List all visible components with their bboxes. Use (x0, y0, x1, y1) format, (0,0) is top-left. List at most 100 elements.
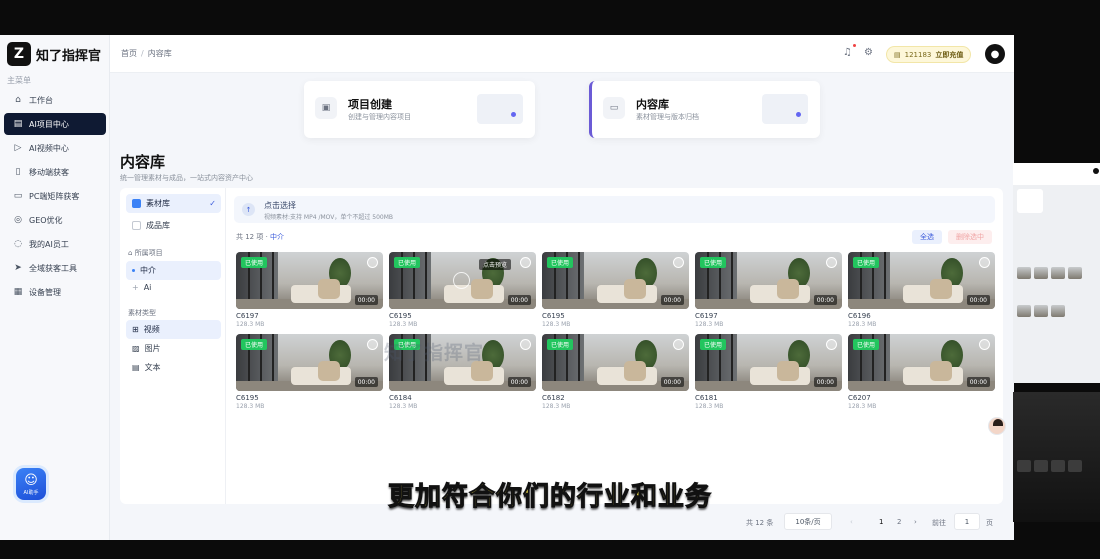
preview-label[interactable]: 点击预览 (479, 259, 512, 270)
tile-size: 128.3 MB (695, 321, 724, 328)
tab-label: 成品库 (146, 221, 170, 230)
recharge-button[interactable]: 立即充值 (935, 50, 963, 60)
background-thumb (1051, 267, 1065, 279)
sidebar-item-8[interactable]: ▦ 设备管理 (4, 281, 106, 303)
sidebar-item-7[interactable]: ➤ 全域获客工具 (4, 257, 106, 279)
tab-material-library[interactable]: 素材库 ✓ (126, 194, 221, 213)
background-thumb (1051, 305, 1065, 317)
tile-size: 128.3 MB (542, 321, 571, 328)
next-page-icon[interactable]: › (914, 518, 917, 526)
topbar: 首页 / 内容库 ♫ ⚙ ▤ 121183 立即充值 ● (110, 35, 1014, 73)
globe-icon: ◎ (14, 215, 22, 225)
video-thumbnail[interactable]: 已使用 00:00 (236, 334, 383, 391)
page-size-select[interactable]: 10条/页 (784, 513, 832, 530)
media-tile[interactable]: 已使用 00:00 C6182 128.3 MB (542, 334, 689, 410)
page-size-value: 10条/页 (795, 517, 821, 526)
sidebar-item-4[interactable]: ▭ PC端矩阵获客 (4, 185, 106, 207)
select-checkbox[interactable] (826, 257, 837, 268)
select-checkbox[interactable] (520, 257, 531, 268)
customer-service-avatar[interactable] (988, 417, 1006, 435)
used-badge: 已使用 (700, 339, 727, 350)
select-checkbox[interactable] (367, 339, 378, 350)
count-text: 共 12 项 · (236, 233, 268, 241)
sidebar-item-1[interactable]: ▤ AI项目中心 (4, 113, 106, 135)
grid-icon: ▦ (13, 287, 23, 297)
card-project-create[interactable]: ▣ 项目创建 创建与管理内容项目 (304, 81, 535, 138)
breadcrumb-separator: / (141, 49, 144, 58)
project-label: Ai (143, 283, 152, 292)
media-tile[interactable]: 已使用 00:00 C6197 128.3 MB (236, 252, 383, 328)
delete-selected-button[interactable]: 删除选中 (948, 230, 992, 244)
media-tile[interactable]: 已使用 00:00 C6207 128.3 MB (848, 334, 995, 410)
page-number-1[interactable]: 1 (879, 518, 883, 526)
pagination-total: 共 12 条 (746, 519, 774, 527)
tile-name: C6182 (542, 394, 565, 402)
library-nav: 素材库 ✓ 成品库 ⌂ 所属项目 中介 + Ai 素材类型 ⊞ 视频 ▨ 图片 … (120, 188, 226, 504)
watermark: 知了指挥官 (384, 342, 485, 364)
video-icon: ⊞ (132, 325, 139, 334)
user-avatar[interactable]: ● (985, 44, 1005, 64)
type-item-text[interactable]: ▤ 文本 (126, 358, 221, 377)
thumbnail-chair-shape (930, 279, 952, 299)
tab-product-library[interactable]: 成品库 (126, 216, 221, 235)
sidebar-item-2[interactable]: ▷ AI视频中心 (4, 137, 106, 159)
mobile-icon: ▯ (15, 167, 21, 177)
tile-name: C6195 (542, 312, 565, 320)
duration-label: 00:00 (354, 295, 378, 305)
credit-balance[interactable]: ▤ 121183 立即充值 (886, 46, 972, 63)
media-tile[interactable]: 已使用 00:00 C6195 128.3 MB (542, 252, 689, 328)
project-item-ai[interactable]: + Ai (126, 278, 221, 297)
video-thumbnail[interactable]: 已使用 00:00 (236, 252, 383, 309)
prev-page-icon[interactable]: ‹ (850, 518, 853, 526)
media-tile[interactable]: 已使用 00:00 C6195 128.3 MB (236, 334, 383, 410)
sidebar-item-0[interactable]: ⌂ 工作台 (4, 89, 106, 111)
goto-page-input[interactable]: 1 (954, 513, 980, 530)
tile-name: C6181 (695, 394, 718, 402)
bell-icon[interactable]: ♫ (843, 47, 852, 58)
select-checkbox[interactable] (520, 339, 531, 350)
logo[interactable]: Z 知了指挥官 (7, 42, 101, 66)
video-thumbnail[interactable]: 已使用 00:00 (848, 252, 995, 309)
media-tile[interactable]: 已使用 00:00 C6196 128.3 MB (848, 252, 995, 328)
select-all-button[interactable]: 全选 (912, 230, 942, 244)
media-tile[interactable]: 已使用 00:00 点击预览 C6195 128.3 MB (389, 252, 536, 328)
send-icon: ➤ (14, 263, 22, 273)
video-thumbnail[interactable]: 已使用 00:00 (848, 334, 995, 391)
sidebar-item-3[interactable]: ▯ 移动端获客 (4, 161, 106, 183)
upload-dropzone[interactable]: ↑ 点击选择 视频素材:支持 MP4 /MOV，单个不超过 500MB (234, 196, 995, 223)
duration-label: 00:00 (966, 295, 990, 305)
video-thumbnail[interactable]: 已使用 00:00 点击预览 (389, 252, 536, 309)
background-thumb (1068, 267, 1082, 279)
used-badge: 已使用 (547, 339, 574, 350)
breadcrumb: 首页 / 内容库 (121, 48, 172, 59)
sidebar-item-5[interactable]: ◎ GEO优化 (4, 209, 106, 231)
page-subtitle: 统一管理素材与成品，一站式内容资产中心 (120, 174, 253, 182)
select-checkbox[interactable] (826, 339, 837, 350)
play-icon[interactable] (453, 272, 470, 289)
select-checkbox[interactable] (673, 339, 684, 350)
select-checkbox[interactable] (367, 257, 378, 268)
video-thumbnail[interactable]: 已使用 00:00 (695, 334, 842, 391)
thumbnail-chair-shape (318, 279, 340, 299)
media-tile[interactable]: 已使用 00:00 C6181 128.3 MB (695, 334, 842, 410)
video-thumbnail[interactable]: 已使用 00:00 (542, 334, 689, 391)
card-content-library[interactable]: ▭ 内容库 素材管理与版本归档 (589, 81, 820, 138)
type-item-image[interactable]: ▨ 图片 (126, 339, 221, 358)
duration-label: 00:00 (660, 295, 684, 305)
media-tile[interactable]: 已使用 00:00 C6197 128.3 MB (695, 252, 842, 328)
type-item-video[interactable]: ⊞ 视频 (126, 320, 221, 339)
page-number-2[interactable]: 2 (897, 518, 901, 526)
select-checkbox[interactable] (979, 339, 990, 350)
select-checkbox[interactable] (979, 257, 990, 268)
check-icon: ✓ (209, 199, 216, 208)
settings-icon[interactable]: ⚙ (864, 47, 873, 58)
reflection-thumb (1034, 460, 1048, 472)
video-thumbnail[interactable]: 已使用 00:00 (542, 252, 689, 309)
thumbnail-chair-shape (318, 361, 340, 381)
video-thumbnail[interactable]: 已使用 00:00 (695, 252, 842, 309)
select-checkbox[interactable] (673, 257, 684, 268)
sidebar-item-6[interactable]: ◌ 我的AI员工 (4, 233, 106, 255)
breadcrumb-home[interactable]: 首页 (121, 49, 137, 58)
checkbox-icon (132, 199, 141, 208)
goto-page-value: 1 (964, 517, 970, 526)
